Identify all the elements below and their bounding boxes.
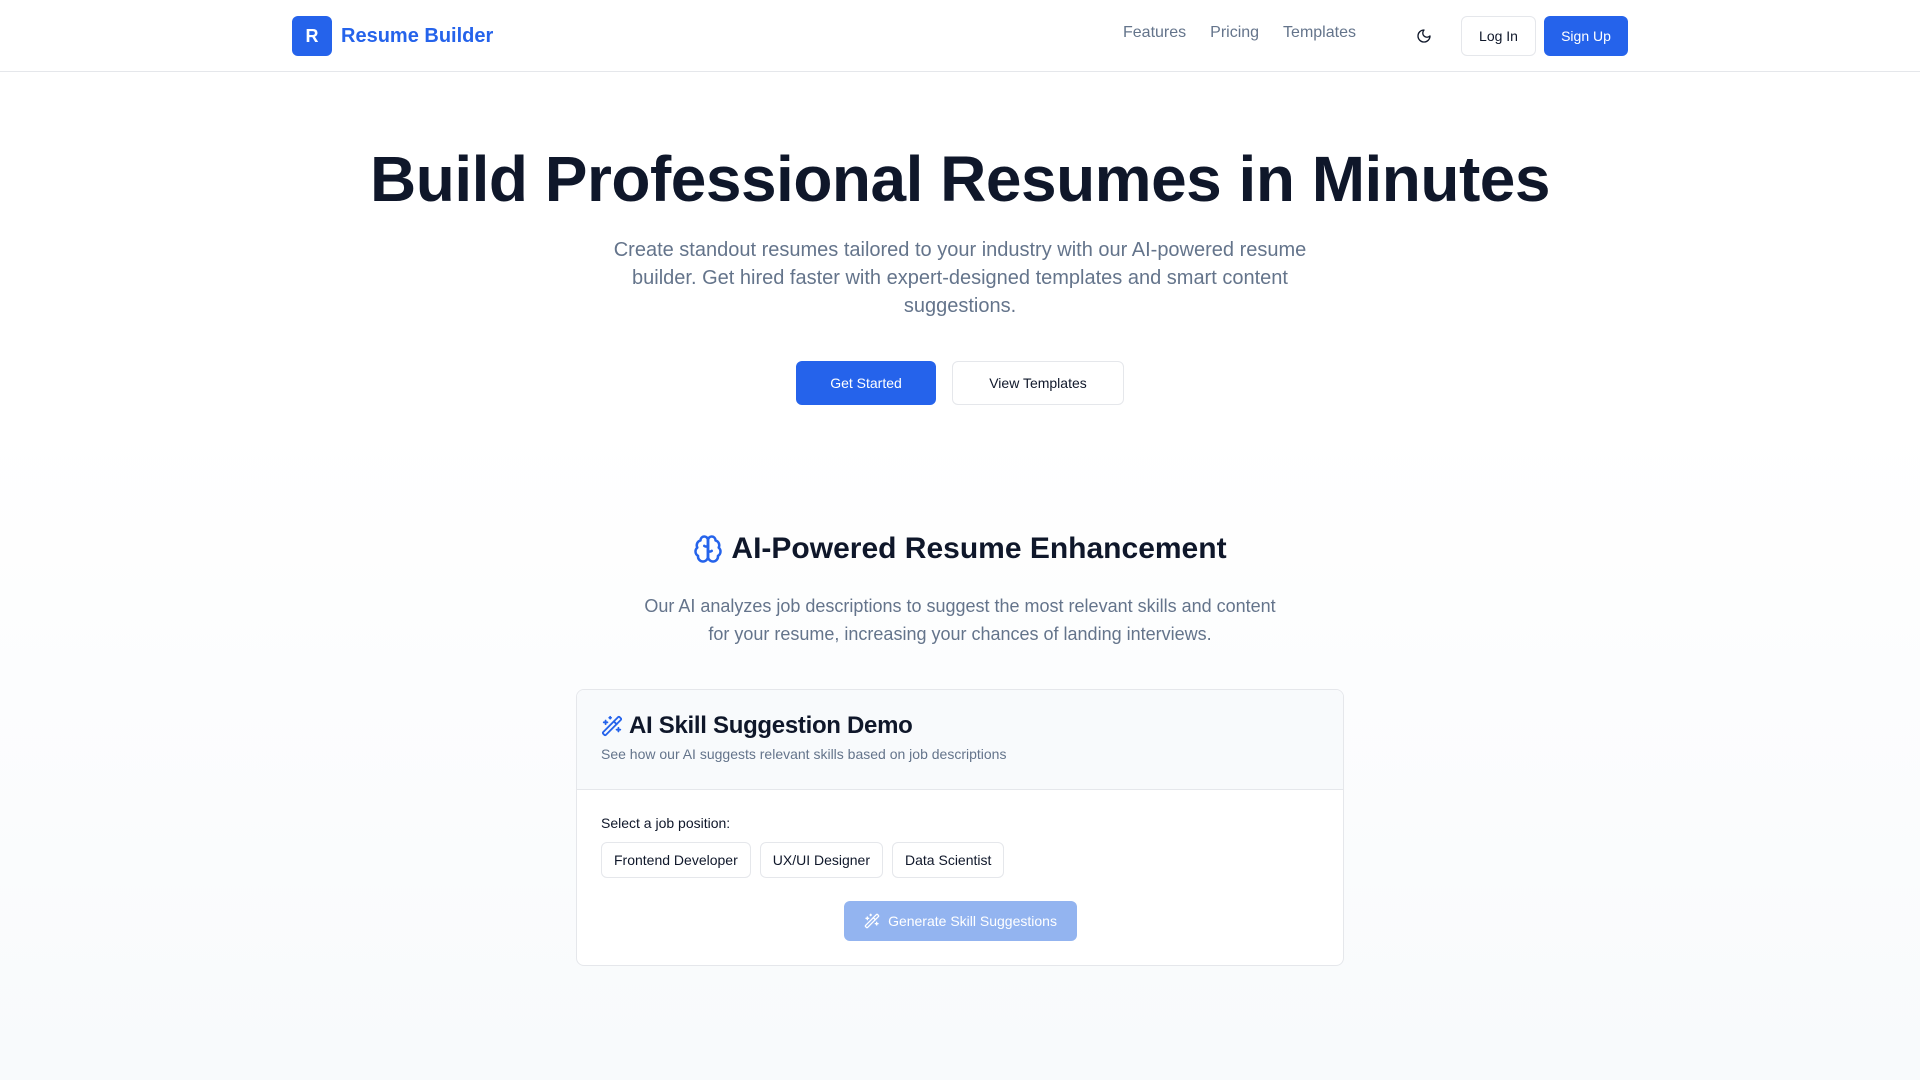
generate-suggestions-button[interactable]: Generate Skill Suggestions <box>844 901 1077 941</box>
nav-link-templates[interactable]: Templates <box>1283 24 1356 42</box>
moon-icon <box>1417 29 1431 43</box>
theme-toggle-button[interactable] <box>1408 20 1440 52</box>
skill-demo-card: AI Skill Suggestion Demo See how our AI … <box>576 689 1344 966</box>
demo-card-header: AI Skill Suggestion Demo See how our AI … <box>577 690 1343 790</box>
hero-title: Build Professional Resumes in Minutes <box>370 143 1550 215</box>
site-header: R Resume Builder Features Pricing Templa… <box>0 0 1920 72</box>
ai-section-heading: AI-Powered Resume Enhancement <box>0 532 1920 566</box>
view-templates-button[interactable]: View Templates <box>952 361 1124 405</box>
ai-section-title: AI-Powered Resume Enhancement <box>731 532 1227 565</box>
hero-subtitle: Create standout resumes tailored to your… <box>613 239 1307 317</box>
position-chip-data-scientist[interactable]: Data Scientist <box>892 842 1005 878</box>
get-started-button[interactable]: Get Started <box>796 361 936 405</box>
signup-button[interactable]: Sign Up <box>1544 16 1628 56</box>
generate-button-label: Generate Skill Suggestions <box>888 913 1057 929</box>
login-button[interactable]: Log In <box>1461 16 1536 56</box>
ai-section-subtitle: Our AI analyzes job descriptions to sugg… <box>644 596 1276 644</box>
magic-wand-icon <box>864 913 880 929</box>
position-chip-ux-ui-designer[interactable]: UX/UI Designer <box>759 842 884 878</box>
main-nav: Features Pricing Templates <box>1123 24 1356 42</box>
position-chip-frontend-developer[interactable]: Frontend Developer <box>601 842 751 878</box>
job-position-options: Frontend Developer UX/UI Designer Data S… <box>601 842 1005 878</box>
brand-name: Resume Builder <box>341 24 494 47</box>
nav-link-pricing[interactable]: Pricing <box>1210 24 1259 42</box>
demo-description: See how our AI suggests relevant skills … <box>601 746 1007 762</box>
brand-logo[interactable]: R Resume Builder <box>292 16 493 56</box>
nav-link-features[interactable]: Features <box>1123 24 1186 42</box>
job-position-label: Select a job position: <box>601 815 731 831</box>
magic-wand-icon <box>601 715 623 737</box>
logo-mark: R <box>292 16 332 56</box>
brain-icon <box>694 535 723 563</box>
demo-title: AI Skill Suggestion Demo <box>629 712 913 739</box>
demo-title-row: AI Skill Suggestion Demo <box>601 712 913 740</box>
